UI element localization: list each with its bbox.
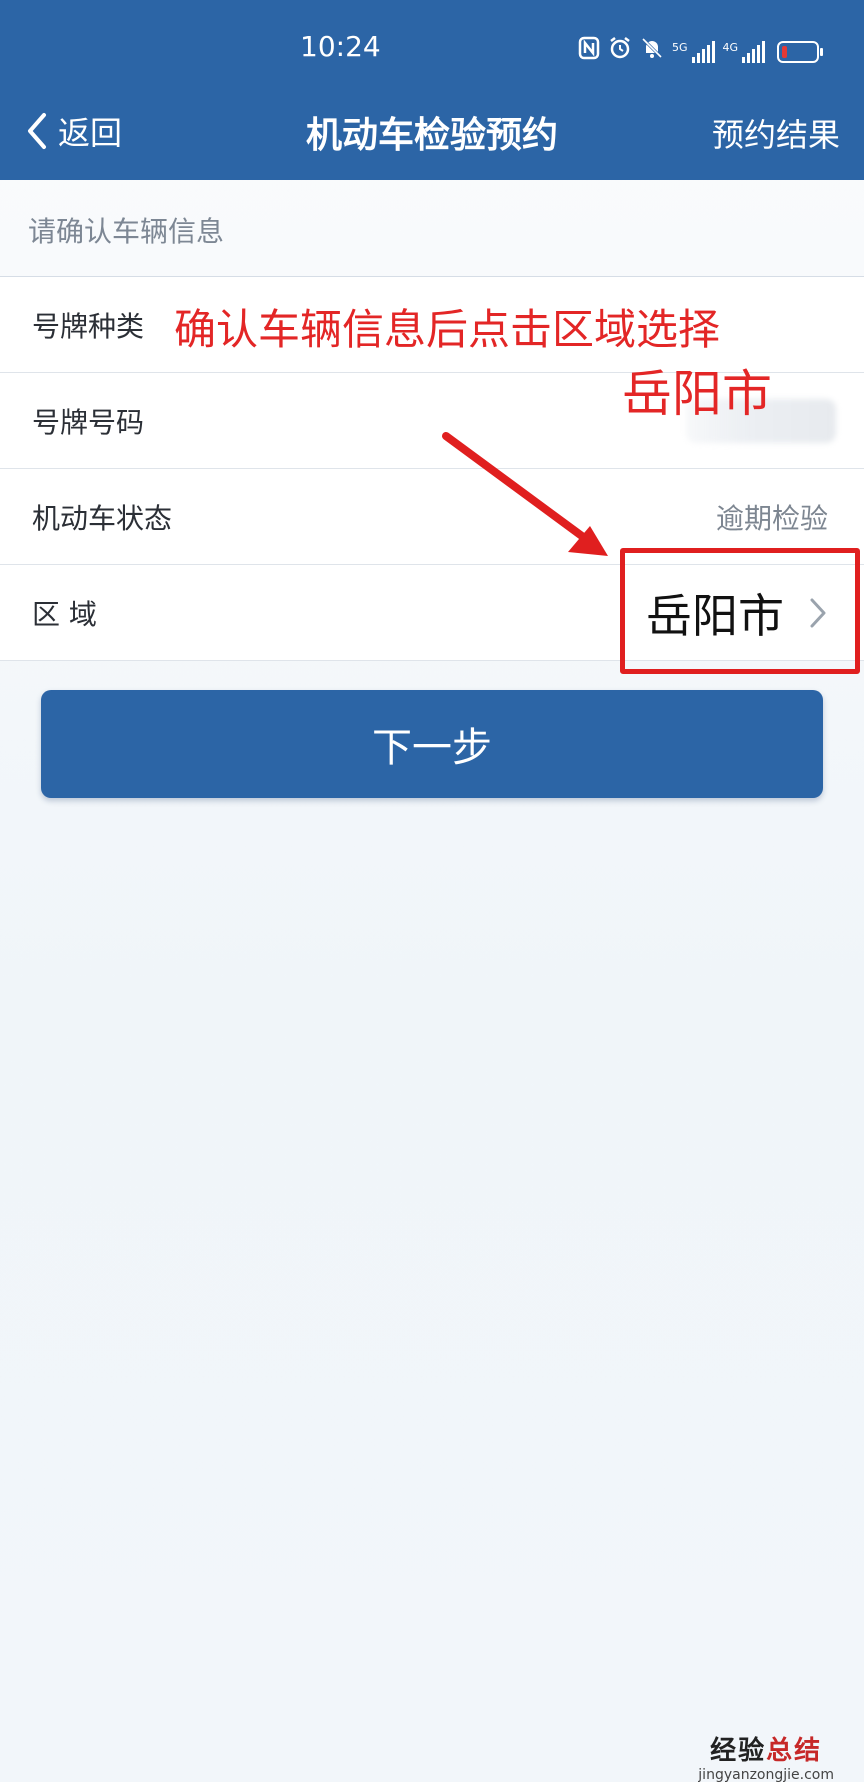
annotation-arrow-icon: [442, 432, 608, 556]
battery-level: [782, 45, 788, 58]
app-header: 10:24 5G 4G 返回 机动车检验预约 预约结果: [0, 0, 864, 180]
section-hint: 请确认车辆信息: [28, 215, 225, 248]
annotation-region: 岳阳市: [622, 365, 772, 423]
signal-4g-icon: 4G: [723, 40, 766, 63]
watermark-url: jingyanzongjie.com: [698, 1767, 834, 1782]
row-value: 逾期检验: [715, 501, 828, 535]
row-label: 机动车状态: [32, 501, 173, 535]
status-icons: 5G 4G: [578, 36, 824, 67]
row-label: 号牌号码: [32, 405, 145, 439]
signal-5g-icon: 5G: [672, 40, 715, 63]
annotation-highlight-box: [620, 548, 860, 674]
annotation-instruction: 确认车辆信息后点击区域选择: [174, 305, 721, 354]
watermark: 经验总结 jingyanzongjie.com: [698, 1730, 834, 1782]
battery-icon: [777, 40, 824, 63]
status-bar: 10:24 5G 4G: [0, 0, 864, 100]
row-label: 号牌种类: [32, 309, 145, 343]
booking-result-button[interactable]: 预约结果: [712, 110, 840, 156]
next-step-button[interactable]: 下一步: [41, 690, 823, 798]
watermark-title: 经验总结: [710, 1736, 823, 1766]
nfc-icon: [578, 36, 600, 67]
alarm-icon: [608, 36, 632, 67]
status-time: 10:24: [300, 30, 381, 63]
row-label: 区 域: [32, 597, 97, 631]
mute-bell-icon: [640, 36, 664, 67]
